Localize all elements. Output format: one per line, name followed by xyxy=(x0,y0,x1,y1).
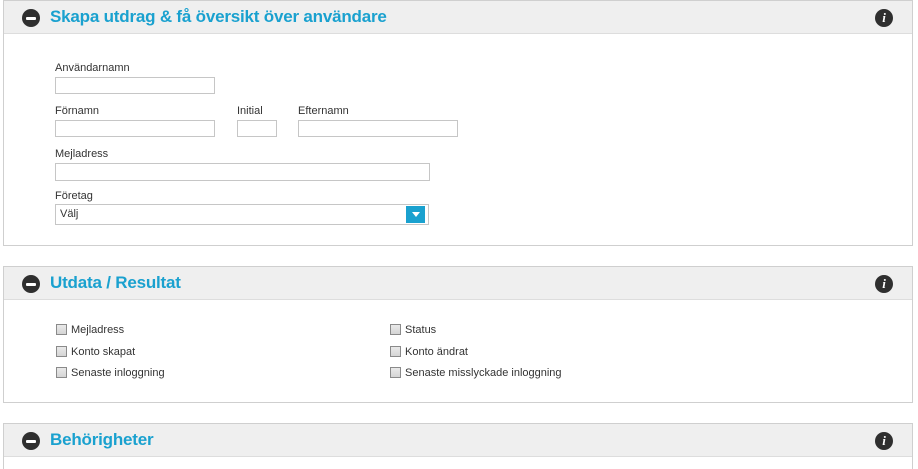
checkbox[interactable] xyxy=(390,367,401,378)
panel-title: Skapa utdrag & få översikt över användar… xyxy=(50,7,387,26)
checkbox[interactable] xyxy=(56,324,67,335)
checkbox-label: Status xyxy=(405,324,437,336)
initial-label: Initial xyxy=(237,105,263,117)
company-select-value: Välj xyxy=(60,208,79,220)
output-panel: Utdata / Resultat i Mejladress Konto ska… xyxy=(3,266,913,403)
checkbox[interactable] xyxy=(56,346,67,357)
checkbox-label: Mejladress xyxy=(71,324,125,336)
email-input[interactable] xyxy=(55,163,430,181)
lastname-input[interactable] xyxy=(298,120,458,137)
company-select[interactable]: Välj xyxy=(55,204,429,225)
chevron-down-icon[interactable] xyxy=(406,206,425,223)
panel-title: Behörigheter xyxy=(50,430,154,449)
initial-input[interactable] xyxy=(237,120,277,137)
create-extract-panel: Skapa utdrag & få översikt över användar… xyxy=(3,0,913,246)
checkbox[interactable] xyxy=(56,367,67,378)
username-input[interactable] xyxy=(55,77,215,94)
checkbox-label: Senaste inloggning xyxy=(71,367,165,379)
email-label: Mejladress xyxy=(55,148,109,160)
info-icon[interactable]: i xyxy=(875,275,893,293)
create-extract-header[interactable]: Skapa utdrag & få översikt över användar… xyxy=(4,1,912,34)
collapse-icon[interactable] xyxy=(22,432,40,450)
info-icon[interactable]: i xyxy=(875,9,893,27)
checkbox[interactable] xyxy=(390,346,401,357)
checkbox-label: Senaste misslyckade inloggning xyxy=(405,367,562,379)
permissions-panel: Behörigheter i xyxy=(3,423,913,469)
checkbox-label: Konto skapat xyxy=(71,346,136,358)
collapse-icon[interactable] xyxy=(22,9,40,27)
company-label: Företag xyxy=(55,190,93,202)
output-header[interactable]: Utdata / Resultat i xyxy=(4,267,912,300)
collapse-icon[interactable] xyxy=(22,275,40,293)
checkbox[interactable] xyxy=(390,324,401,335)
info-icon[interactable]: i xyxy=(875,432,893,450)
firstname-label: Förnamn xyxy=(55,105,100,117)
checkbox-label: Konto ändrat xyxy=(405,346,468,358)
lastname-label: Efternamn xyxy=(298,105,349,117)
firstname-input[interactable] xyxy=(55,120,215,137)
permissions-header[interactable]: Behörigheter i xyxy=(4,424,912,457)
panel-title: Utdata / Resultat xyxy=(50,273,181,292)
username-label: Användarnamn xyxy=(55,62,130,74)
